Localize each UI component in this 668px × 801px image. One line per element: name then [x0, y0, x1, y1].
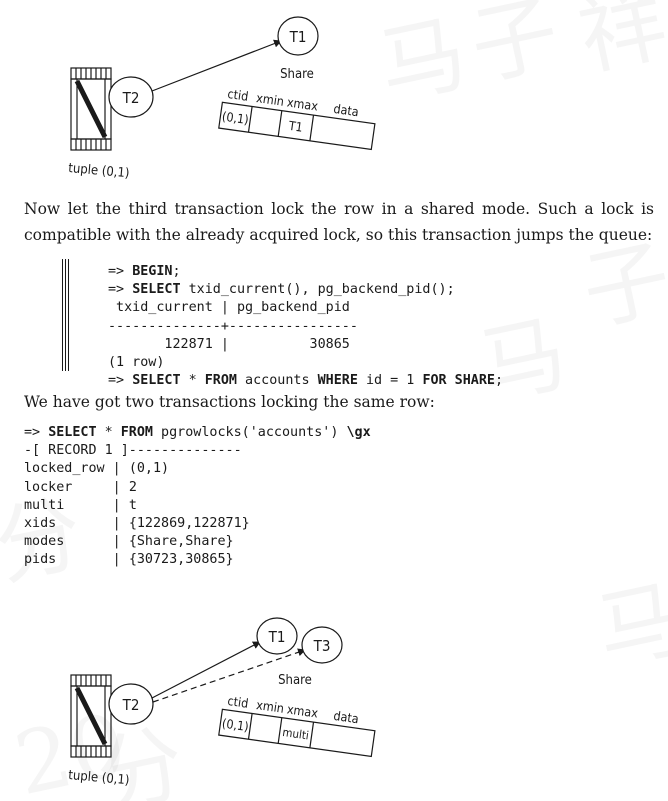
code-line: -[ RECORD 1 ]--------------: [24, 443, 242, 459]
session-code-block: => BEGIN; => SELECT txid_current(), pg_ba…: [108, 263, 503, 390]
lock-arrow: [151, 39, 282, 92]
lock-arrow: [151, 641, 261, 699]
record-row: locked_row | (0,1): [24, 461, 170, 477]
tuple-label: tuple (0,1): [68, 161, 130, 181]
tuple-header-table: ctid xmin xmax data (0,1) multi: [218, 693, 376, 758]
column-header: data: [333, 708, 360, 726]
record-row: multi | t: [24, 497, 137, 513]
code-line: => SELECT * FROM accounts WHERE id = 1 F…: [108, 373, 504, 389]
code-line: => BEGIN;: [108, 264, 181, 279]
code-line: => SELECT txid_current(), pg_backend_pid…: [108, 282, 455, 298]
record-row: pids | {30723,30865}: [24, 552, 234, 568]
body-paragraph: We have got two transactions locking the…: [24, 393, 435, 411]
row-lock-diagram-two: T2 T1 T3 Share ctid xmin xmax data (0,1)…: [68, 617, 376, 788]
tuple-header-table: ctid xmin xmax data (0,1) T1: [218, 86, 376, 151]
code-line: 122871 | 30865: [108, 336, 350, 352]
transaction-label: T1: [289, 28, 307, 46]
tuple-door-icon: [70, 67, 112, 151]
tuple-label: tuple (0,1): [68, 768, 130, 788]
ctid-value: (0,1): [221, 715, 249, 734]
tuple-door-icon: [70, 674, 112, 758]
lock-mode-label: Share: [280, 67, 314, 82]
ctid-value: (0,1): [221, 108, 249, 127]
transaction-label: T2: [122, 89, 140, 107]
transaction-label: T1: [268, 628, 286, 646]
column-header: xmax: [286, 94, 319, 113]
code-line: => SELECT * FROM pgrowlocks('accounts') …: [24, 425, 371, 440]
book-page: 马 子 祥 马 子 马 分 20 分 T2 T1 Share ctid xmin…: [0, 0, 668, 801]
xmax-value: multi: [282, 725, 310, 743]
row-lock-diagram-one: T2 T1 Share ctid xmin xmax data (0,1) T1…: [68, 16, 376, 181]
column-header: xmin: [255, 90, 285, 109]
record-row: modes | {Share,Share}: [24, 534, 234, 550]
column-header: xmin: [255, 697, 285, 716]
record-row: locker | 2: [24, 479, 137, 495]
transaction-label: T3: [313, 637, 331, 655]
code-line: --------------+----------------: [108, 318, 358, 334]
transaction-label: T2: [122, 696, 140, 714]
xmax-value: T1: [287, 118, 304, 135]
column-header: data: [333, 101, 360, 119]
code-line: (1 row): [108, 355, 165, 371]
code-line: txid_current | pg_backend_pid: [108, 300, 350, 316]
lock-mode-label: Share: [278, 673, 312, 688]
body-paragraph: Now let the third transaction lock the r…: [24, 200, 654, 244]
session-marker: [62, 259, 70, 371]
column-header: ctid: [227, 86, 250, 104]
query-code-block: => SELECT * FROM pgrowlocks('accounts') …: [24, 424, 371, 570]
column-header: ctid: [227, 693, 250, 711]
record-row: xids | {122869,122871}: [24, 516, 250, 532]
column-header: xmax: [286, 701, 319, 720]
